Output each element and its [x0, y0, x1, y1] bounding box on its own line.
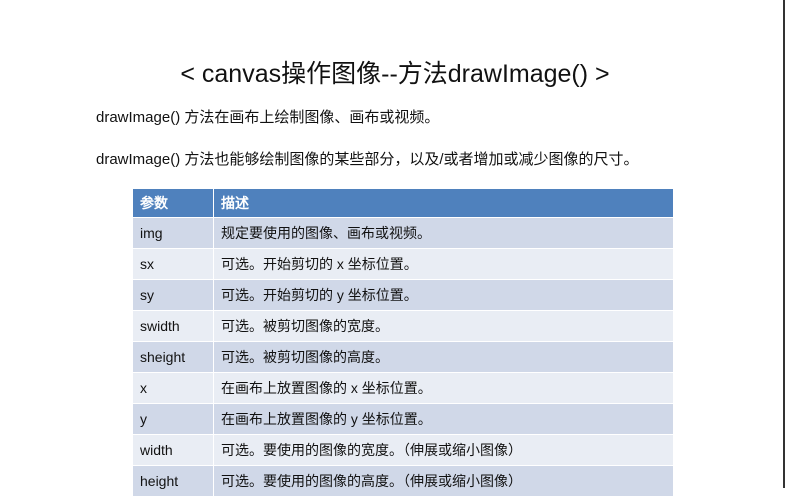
param-name: x	[132, 372, 214, 404]
paragraph-2: drawImage() 方法也能够绘制图像的某些部分，以及/或者增加或减少图像的…	[96, 151, 639, 168]
table-row: sy 可选。开始剪切的 y 坐标位置。	[132, 279, 674, 311]
table-row: img 规定要使用的图像、画布或视频。	[132, 217, 674, 249]
param-name: img	[132, 217, 214, 249]
table-row: x 在画布上放置图像的 x 坐标位置。	[132, 372, 674, 404]
header-param: 参数	[132, 188, 214, 218]
header-desc: 描述	[213, 188, 674, 218]
param-name: swidth	[132, 310, 214, 342]
param-name: sy	[132, 279, 214, 311]
param-description: 在画布上放置图像的 y 坐标位置。	[213, 403, 674, 435]
table-row: y 在画布上放置图像的 y 坐标位置。	[132, 403, 674, 435]
param-name: sheight	[132, 341, 214, 373]
param-name: width	[132, 434, 214, 466]
param-description: 在画布上放置图像的 x 坐标位置。	[213, 372, 674, 404]
params-table: 参数 描述 img 规定要使用的图像、画布或视频。 sx 可选。开始剪切的 x 坐标位…	[132, 188, 674, 497]
param-description: 可选。要使用的图像的宽度。（伸展或缩小图像）	[213, 434, 674, 466]
paragraph-1: drawImage() 方法在画布上绘制图像、画布或视频。	[96, 109, 440, 126]
table-row: width 可选。要使用的图像的宽度。（伸展或缩小图像）	[132, 434, 674, 466]
table-row: sx 可选。开始剪切的 x 坐标位置。	[132, 248, 674, 280]
param-description: 可选。开始剪切的 x 坐标位置。	[213, 248, 674, 280]
param-description: 可选。要使用的图像的高度。（伸展或缩小图像）	[213, 465, 674, 497]
param-name: height	[132, 465, 214, 497]
param-name: sx	[132, 248, 214, 280]
param-description: 规定要使用的图像、画布或视频。	[213, 217, 674, 249]
param-description: 可选。被剪切图像的高度。	[213, 341, 674, 373]
param-description: 可选。被剪切图像的宽度。	[213, 310, 674, 342]
param-name: y	[132, 403, 214, 435]
param-description: 可选。开始剪切的 y 坐标位置。	[213, 279, 674, 311]
table-row: sheight 可选。被剪切图像的高度。	[132, 341, 674, 373]
table-row: height 可选。要使用的图像的高度。（伸展或缩小图像）	[132, 465, 674, 497]
slide-title: < canvas操作图像--方法drawImage() >	[180, 60, 610, 88]
table-row: swidth 可选。被剪切图像的宽度。	[132, 310, 674, 342]
